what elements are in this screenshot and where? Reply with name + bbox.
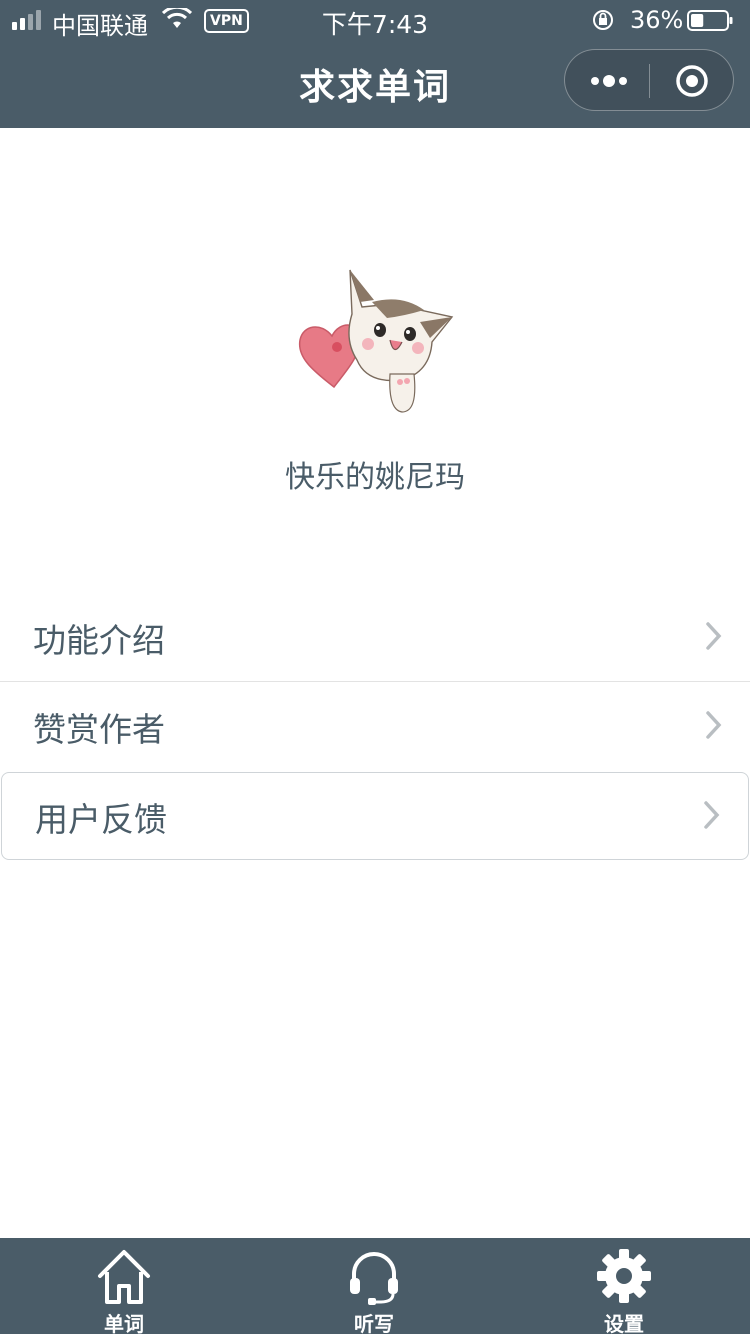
menu-item-label: 功能介绍 (33, 621, 165, 660)
menu-item-donate[interactable]: 赞赏作者 (0, 683, 750, 771)
tab-words[interactable]: 单词 (59, 1238, 189, 1336)
battery-icon (687, 10, 733, 31)
menu-item-features[interactable]: 功能介绍 (0, 594, 750, 682)
tab-label: 听写 (354, 1312, 394, 1336)
chevron-right-icon (706, 622, 722, 650)
headset-icon (350, 1252, 398, 1305)
username: 快乐的姚尼玛 (285, 460, 465, 495)
more-icon[interactable] (587, 68, 631, 94)
menu-item-feedback[interactable]: 用户反馈 (1, 772, 749, 860)
top-bar: 中国联通 VPN 下午7:43 36% 求求单词 (0, 0, 750, 128)
gear-icon (597, 1249, 651, 1303)
menu-item-label: 用户反馈 (35, 800, 167, 839)
tab-settings[interactable]: 设置 (559, 1238, 689, 1336)
avatar (298, 269, 454, 413)
chevron-right-icon (706, 711, 722, 739)
tab-label: 单词 (104, 1312, 144, 1336)
home-icon (98, 1250, 150, 1304)
capsule-divider (649, 64, 650, 98)
tab-bar: 单词 听写 设置 (0, 1238, 750, 1336)
battery-percent: 36% (630, 6, 684, 34)
chevron-right-icon (704, 801, 720, 829)
capsule-menu (564, 49, 734, 111)
close-miniprogram-icon[interactable] (675, 64, 709, 98)
menu-item-label: 赞赏作者 (33, 710, 165, 749)
status-bar: 中国联通 VPN 下午7:43 36% (0, 0, 750, 40)
orientation-lock-icon (593, 10, 613, 30)
tab-dictation[interactable]: 听写 (309, 1238, 439, 1336)
tab-label: 设置 (604, 1312, 644, 1336)
